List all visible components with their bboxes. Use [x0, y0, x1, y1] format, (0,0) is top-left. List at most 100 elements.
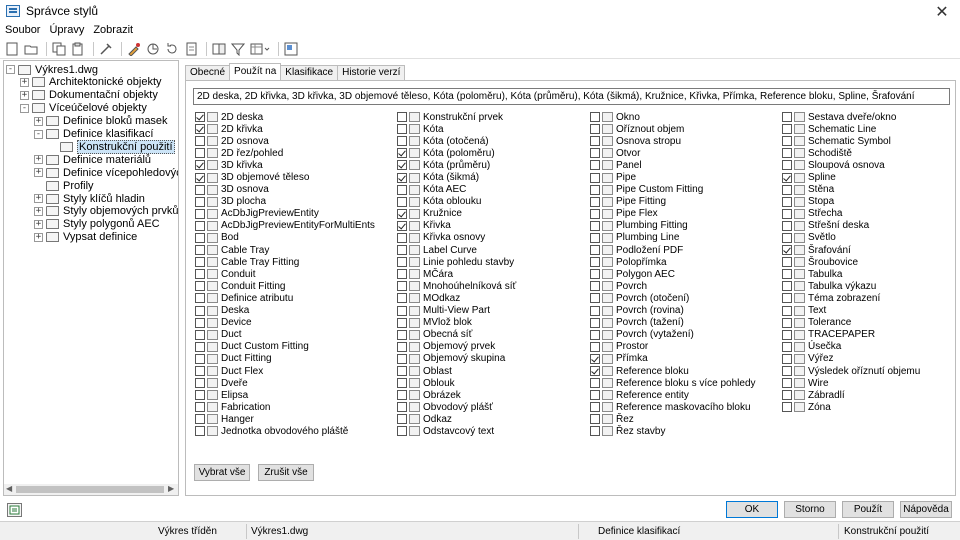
object-type-checkbox-row[interactable]: Deska [195, 305, 375, 317]
checkbox[interactable] [397, 317, 407, 328]
checkbox[interactable] [782, 402, 792, 413]
copy-icon[interactable] [51, 41, 67, 57]
checkbox[interactable] [590, 160, 600, 171]
tree-item[interactable]: + Vypsat definice [34, 231, 137, 244]
expand-icon[interactable]: + [34, 219, 43, 229]
tree-item[interactable]: - Definice klasifikací [34, 128, 153, 141]
checkbox[interactable] [782, 136, 792, 147]
object-type-checkbox-row[interactable]: Reference bloku [590, 365, 756, 377]
checkbox[interactable] [782, 172, 792, 183]
checkbox[interactable] [782, 124, 792, 135]
tree-item[interactable]: + Styly polygonů AEC [34, 218, 160, 231]
checkbox[interactable] [397, 414, 407, 425]
object-type-checkbox-row[interactable]: Odstavcový text [397, 425, 516, 437]
checkbox[interactable] [195, 196, 205, 207]
object-type-checkbox-row[interactable]: Conduit [195, 268, 375, 280]
object-type-checkbox-row[interactable]: Pipe Fitting [590, 196, 756, 208]
object-type-checkbox-row[interactable]: Řez stavby [590, 425, 756, 437]
refresh-icon[interactable] [164, 41, 180, 57]
checkbox[interactable] [590, 390, 600, 401]
object-type-checkbox-row[interactable]: Obrázek [397, 389, 516, 401]
checkbox[interactable] [195, 245, 205, 256]
object-type-checkbox-row[interactable]: Cable Tray Fitting [195, 256, 375, 268]
object-type-checkbox-row[interactable]: Oříznout objem [590, 123, 756, 135]
checkbox[interactable] [397, 184, 407, 195]
checkbox[interactable] [397, 196, 407, 207]
checkbox[interactable] [590, 208, 600, 219]
object-type-checkbox-row[interactable]: 3D osnova [195, 184, 375, 196]
object-type-checkbox-row[interactable]: Kóta (šikmá) [397, 171, 516, 183]
object-type-checkbox-row[interactable]: Plumbing Line [590, 232, 756, 244]
tab-applies-to[interactable]: Použít na [229, 63, 282, 80]
object-type-checkbox-row[interactable]: Pipe Flex [590, 208, 756, 220]
object-type-checkbox-row[interactable]: Spline [782, 171, 920, 183]
checkbox[interactable] [195, 305, 205, 316]
checkbox[interactable] [195, 329, 205, 340]
object-type-checkbox-row[interactable]: Střecha [782, 208, 920, 220]
checkbox[interactable] [195, 293, 205, 304]
object-type-checkbox-row[interactable]: Křivka osnovy [397, 232, 516, 244]
tree-item[interactable]: + Definice materiálů [34, 153, 151, 166]
scroll-left-icon[interactable]: ◀ [6, 484, 12, 493]
expand-icon[interactable]: + [20, 77, 29, 87]
object-type-checkbox-row[interactable]: Device [195, 317, 375, 329]
checkbox[interactable] [397, 208, 407, 219]
checkbox[interactable] [782, 366, 792, 377]
object-type-checkbox-row[interactable]: Úsečka [782, 341, 920, 353]
ok-button[interactable]: OK [726, 501, 778, 518]
checkbox[interactable] [590, 378, 600, 389]
checkbox[interactable] [397, 329, 407, 340]
clear-all-button[interactable]: Zrušit vše [258, 464, 314, 481]
checkbox[interactable] [397, 160, 407, 171]
tree-item[interactable]: + Architektonické objekty [20, 76, 162, 89]
style-tree[interactable]: - Výkres1.dwg + Architektonické objekty + Dok… [3, 60, 179, 495]
checkbox[interactable] [782, 184, 792, 195]
object-type-checkbox-row[interactable]: Kóta (otočená) [397, 135, 516, 147]
tree-item[interactable]: Profily [34, 179, 94, 192]
tree-item[interactable]: + Definice vícepohledových blok [34, 166, 178, 179]
object-type-checkbox-row[interactable]: Přímka [590, 353, 756, 365]
object-type-checkbox-row[interactable]: 2D řez/pohled [195, 147, 375, 159]
object-type-checkbox-row[interactable]: Objemový skupina [397, 353, 516, 365]
tree-item[interactable]: - Víceúčelové objekty [20, 102, 147, 115]
object-type-checkbox-row[interactable]: AcDbJigPreviewEntityForMultiEnts [195, 220, 375, 232]
object-type-checkbox-row[interactable]: Panel [590, 159, 756, 171]
checkbox[interactable] [590, 245, 600, 256]
checkbox[interactable] [590, 172, 600, 183]
checkbox[interactable] [397, 269, 407, 280]
checkbox[interactable] [782, 293, 792, 304]
object-type-checkbox-row[interactable]: Sestava dveře/okno [782, 111, 920, 123]
checkbox[interactable] [590, 329, 600, 340]
checkbox[interactable] [782, 305, 792, 316]
checkbox[interactable] [590, 317, 600, 328]
checkbox[interactable] [397, 172, 407, 183]
object-type-checkbox-row[interactable]: Schodiště [782, 147, 920, 159]
object-type-checkbox-row[interactable]: MVlož blok [397, 317, 516, 329]
open-icon[interactable] [23, 41, 39, 57]
checkbox[interactable] [782, 353, 792, 364]
checkbox[interactable] [590, 281, 600, 292]
checkbox[interactable] [782, 148, 792, 159]
checkbox[interactable] [195, 353, 205, 364]
object-type-checkbox-row[interactable]: Šroubovice [782, 256, 920, 268]
checkbox[interactable] [782, 329, 792, 340]
checkbox[interactable] [397, 353, 407, 364]
object-type-checkbox-row[interactable]: Bod [195, 232, 375, 244]
object-type-checkbox-row[interactable]: Povrch [590, 280, 756, 292]
checkbox[interactable] [782, 245, 792, 256]
tree-item[interactable]: + Definice bloků masek [34, 115, 168, 128]
object-type-checkbox-row[interactable]: Schematic Line [782, 123, 920, 135]
tab-version-history[interactable]: Historie verzí [337, 65, 406, 80]
checkbox[interactable] [590, 402, 600, 413]
object-type-checkbox-row[interactable]: Střešní deska [782, 220, 920, 232]
object-type-checkbox-row[interactable]: Reference bloku s více pohledy [590, 377, 756, 389]
cancel-button[interactable]: Storno [784, 501, 836, 518]
object-type-checkbox-row[interactable]: Schematic Symbol [782, 135, 920, 147]
edit-style-icon[interactable] [126, 41, 142, 57]
scroll-right-icon[interactable]: ▶ [168, 484, 174, 493]
checkbox[interactable] [195, 402, 205, 413]
object-type-checkbox-row[interactable]: Kóta (průměru) [397, 159, 516, 171]
menu-soubor[interactable]: Soubor [5, 24, 40, 36]
checkbox[interactable] [782, 220, 792, 231]
object-type-checkbox-row[interactable]: Objemový prvek [397, 341, 516, 353]
